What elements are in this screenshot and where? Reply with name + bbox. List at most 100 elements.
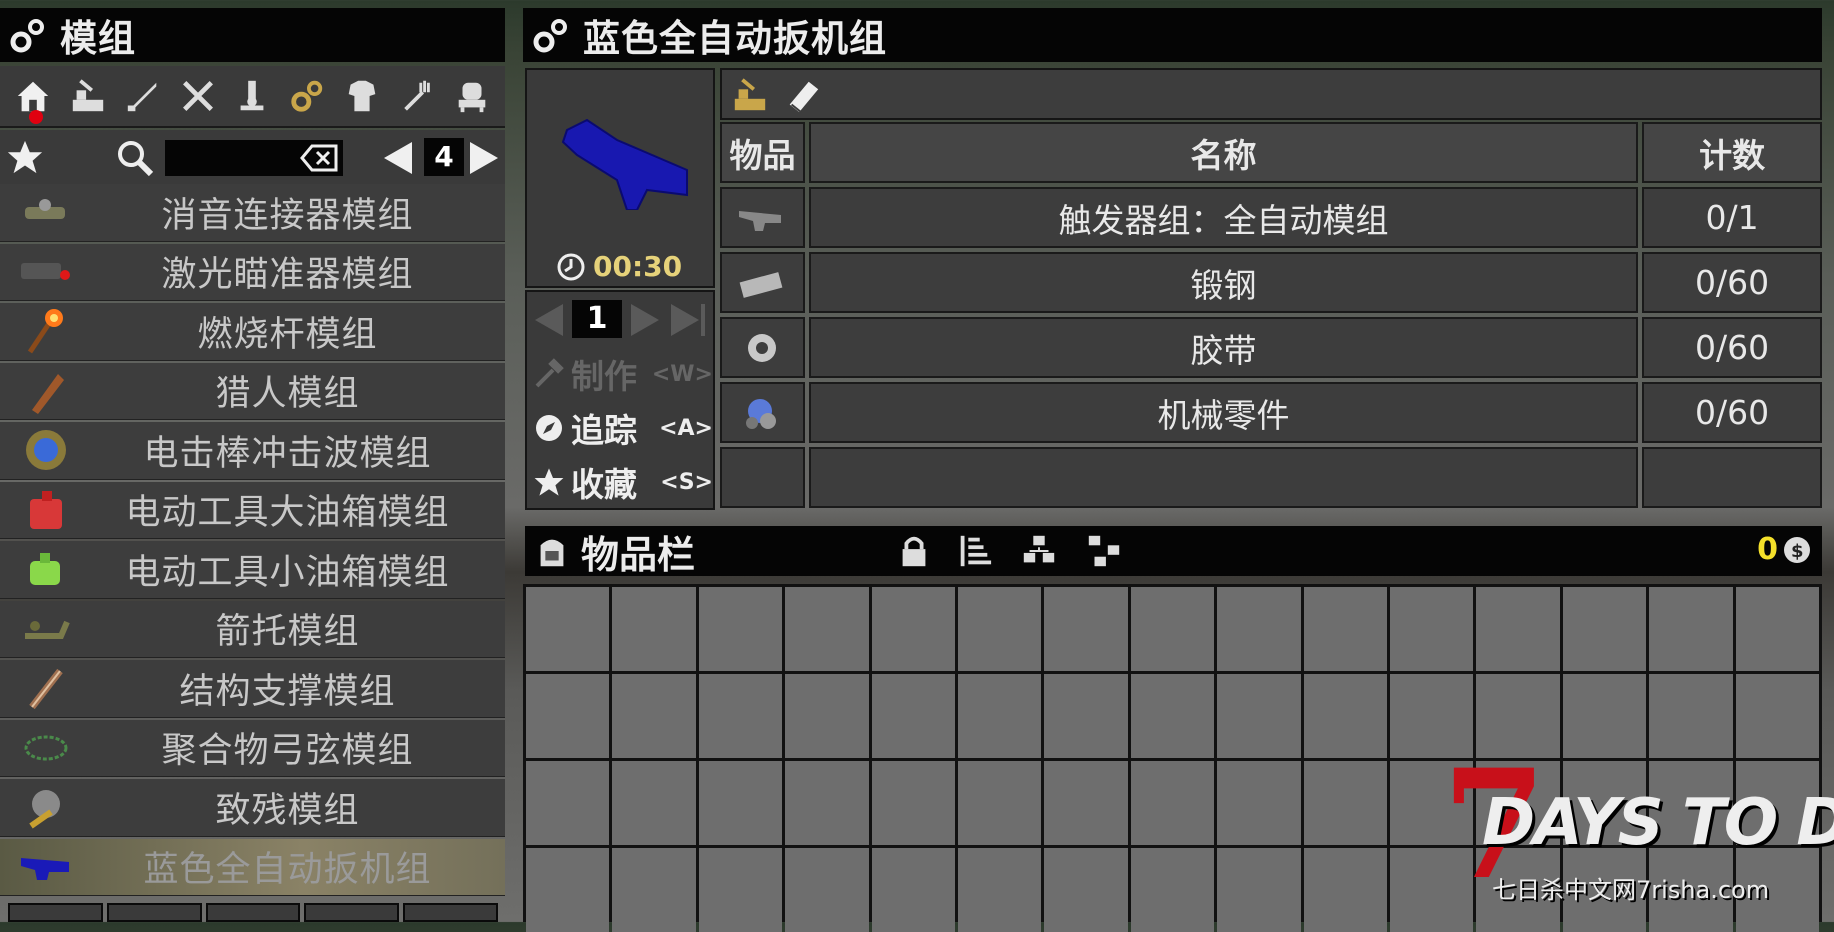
recipe-item[interactable]: 电动工具小油箱模组	[0, 541, 505, 599]
inventory-slot[interactable]	[785, 761, 869, 845]
recipe-item[interactable]: 电击棒冲击波模组	[0, 422, 505, 480]
recipe-item[interactable]: 消音连接器模组	[0, 184, 505, 242]
inventory-slot[interactable]	[1562, 587, 1647, 671]
inventory-slot[interactable]	[1217, 761, 1301, 845]
inventory-slot[interactable]	[958, 674, 1042, 758]
burning-shaft-mod-icon	[16, 306, 76, 356]
inventory-slot[interactable]	[1130, 587, 1215, 671]
category-mods-icon[interactable]	[285, 74, 329, 118]
duct-tape-icon	[720, 317, 805, 378]
inventory-slot[interactable]	[612, 587, 696, 671]
inventory-slot[interactable]	[1044, 761, 1128, 845]
inventory-slot[interactable]	[1130, 761, 1215, 845]
inventory-slot[interactable]	[1130, 674, 1215, 758]
inventory-slot[interactable]	[1390, 587, 1474, 671]
inventory-slot[interactable]	[871, 674, 955, 758]
inventory-slot[interactable]	[1303, 848, 1387, 932]
lock-icon[interactable]	[895, 532, 933, 570]
inventory-slot[interactable]	[1217, 848, 1301, 932]
inventory-slot[interactable]	[1217, 674, 1301, 758]
inventory-slot[interactable]	[698, 674, 783, 758]
inventory-slot[interactable]	[526, 587, 610, 671]
inventory-slot[interactable]	[526, 848, 610, 932]
move-all-icon[interactable]	[1085, 532, 1123, 570]
inventory-slot[interactable]	[1735, 674, 1819, 758]
star-icon	[534, 468, 564, 496]
inventory-slot[interactable]	[1130, 848, 1215, 932]
recipe-item[interactable]: 结构支撑模组	[0, 660, 505, 718]
inventory-slot[interactable]	[1303, 587, 1387, 671]
category-home-icon[interactable]	[11, 74, 55, 124]
craft-button[interactable]: 制作 <W>	[533, 350, 713, 398]
recipe-list-footer	[8, 903, 498, 922]
inventory-slot[interactable]	[785, 587, 869, 671]
recipe-item[interactable]: 电动工具大油箱模组	[0, 481, 505, 539]
logo-subtitle: 七日杀中文网7risha.com	[1492, 876, 1770, 904]
inventory-slot[interactable]	[1044, 587, 1128, 671]
inventory-slot[interactable]	[1044, 674, 1128, 758]
inventory-slot[interactable]	[1562, 674, 1647, 758]
inventory-slot[interactable]	[785, 848, 869, 932]
inventory-slot[interactable]	[612, 761, 696, 845]
recipe-item[interactable]: 致残模组	[0, 779, 505, 837]
inventory-slot[interactable]	[1303, 761, 1387, 845]
table-row[interactable]: 机械零件 0/60	[720, 382, 1822, 443]
category-tools-icon[interactable]	[176, 74, 220, 118]
backpack-icon	[540, 539, 564, 567]
inventory-slot[interactable]	[698, 587, 783, 671]
inventory-slot[interactable]	[958, 848, 1042, 932]
inventory-slot[interactable]	[612, 674, 696, 758]
recipe-item[interactable]: 燃烧杆模组	[0, 303, 505, 361]
inventory-slot[interactable]	[871, 848, 955, 932]
sort-icon[interactable]	[955, 532, 993, 570]
hammer-icon	[535, 358, 564, 388]
category-furniture-icon[interactable]	[450, 74, 494, 118]
next-page-icon[interactable]	[468, 140, 500, 176]
workstation-icon[interactable]	[730, 76, 770, 114]
recipe-item[interactable]: 猎人模组	[0, 362, 505, 420]
inventory-slot[interactable]	[1303, 674, 1387, 758]
crippling-mod-icon	[16, 782, 76, 832]
category-food-icon[interactable]	[395, 74, 439, 118]
track-button[interactable]: 追踪 <A>	[533, 404, 713, 452]
inventory-slot[interactable]	[958, 761, 1042, 845]
recipe-item-selected[interactable]: 蓝色全自动扳机组	[0, 838, 505, 896]
recipe-item[interactable]: 聚合物弓弦模组	[0, 719, 505, 777]
inventory-slot[interactable]	[698, 848, 783, 932]
table-row[interactable]: 锻钢 0/60	[720, 252, 1822, 313]
category-armor-icon[interactable]	[340, 74, 384, 118]
inventory-slot[interactable]	[526, 674, 610, 758]
clear-search-icon[interactable]	[300, 142, 340, 174]
category-forge-icon[interactable]	[66, 74, 110, 118]
craft-quantity[interactable]: 1	[572, 300, 622, 338]
inventory-slot[interactable]	[1217, 587, 1301, 671]
category-weapons-icon[interactable]	[121, 74, 165, 118]
inventory-slot[interactable]	[785, 674, 869, 758]
inventory-slot[interactable]	[958, 587, 1042, 671]
mechanical-parts-icon	[720, 382, 805, 443]
table-row[interactable]: 胶带 0/60	[720, 317, 1822, 378]
inventory-slot[interactable]	[698, 761, 783, 845]
inventory-slot[interactable]	[1649, 587, 1733, 671]
qty-next-icon[interactable]	[629, 302, 661, 338]
inventory-slot[interactable]	[1735, 587, 1819, 671]
prev-page-icon[interactable]	[382, 140, 414, 176]
recipe-item[interactable]: 箭托模组	[0, 600, 505, 658]
category-science-icon[interactable]	[230, 74, 274, 118]
inventory-slot[interactable]	[1649, 674, 1733, 758]
qty-max-icon[interactable]	[669, 302, 709, 338]
inventory-slot[interactable]	[871, 587, 955, 671]
qty-prev-icon[interactable]	[533, 302, 565, 338]
recipe-book-icon[interactable]	[784, 76, 822, 114]
inventory-slot[interactable]	[526, 761, 610, 845]
inventory-slot[interactable]	[871, 761, 955, 845]
inventory-slot[interactable]	[1476, 587, 1560, 671]
favorites-star-icon[interactable]	[6, 138, 44, 176]
favorite-button[interactable]: 收藏 <S>	[533, 458, 713, 506]
inventory-slot[interactable]	[612, 848, 696, 932]
recipe-item[interactable]: 激光瞄准器模组	[0, 243, 505, 301]
inventory-slot[interactable]	[1044, 848, 1128, 932]
stack-all-icon[interactable]	[1020, 532, 1058, 570]
recipes-title: 模组	[60, 17, 136, 60]
table-row[interactable]: 触发器组：全自动模组 0/1	[720, 187, 1822, 248]
